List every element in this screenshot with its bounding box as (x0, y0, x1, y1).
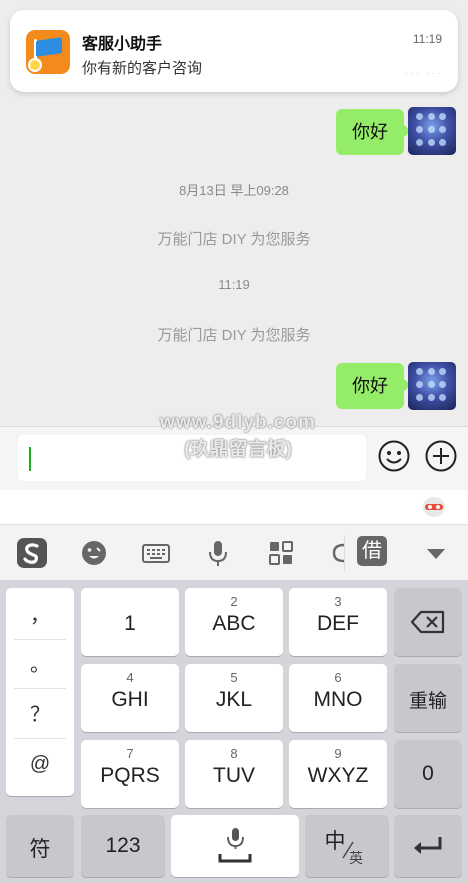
notification-dots: ··· ··· (405, 68, 442, 79)
notification-body: 你有新的客户咨询 (82, 60, 203, 77)
avatar[interactable] (408, 107, 456, 155)
message-timestamp-2: 11:19 (218, 277, 250, 292)
system-message-1: 万能门店 DIY 为您服务 (157, 231, 311, 248)
key-1[interactable]: 1 (81, 588, 179, 656)
punct-at-key[interactable]: @ (14, 740, 66, 788)
notification-app-icon (26, 30, 70, 74)
notification-time: 11:19 (412, 32, 442, 46)
microphone-icon (218, 828, 252, 863)
key-0[interactable]: 0 (394, 740, 462, 808)
punct-period-key[interactable]: 。 (14, 641, 66, 689)
enter-key[interactable] (394, 815, 462, 877)
reinput-key[interactable]: 重输 (394, 664, 462, 732)
key-pqrs[interactable]: 7 PQRS (81, 740, 179, 808)
message-input[interactable] (18, 435, 366, 481)
enter-icon (414, 837, 442, 854)
key-abc[interactable]: 2 ABC (185, 588, 283, 656)
notification-title: 客服小助手 (82, 36, 163, 53)
language-switch-key[interactable]: 中 英 (305, 815, 389, 877)
punct-comma-key[interactable]: ， (14, 592, 66, 640)
message-bubble-1[interactable]: 你好 (336, 109, 411, 155)
key-def[interactable]: 3 DEF (289, 588, 387, 656)
backspace-icon (410, 610, 445, 634)
ime-mascot-icon[interactable] (422, 496, 446, 518)
punctuation-column[interactable]: ， 。 ？ @ (6, 588, 74, 796)
key-wxyz[interactable]: 9 WXYZ (289, 740, 387, 808)
avatar[interactable] (408, 362, 456, 410)
microphone-icon[interactable] (202, 537, 234, 569)
ime-toolbar: 借 (0, 524, 468, 580)
borrow-icon[interactable]: 借 (357, 536, 387, 566)
message-timestamp-1: 8月13日 早上09:28 (179, 183, 289, 198)
emoji-face-icon[interactable] (78, 537, 110, 569)
emoji-icon[interactable] (377, 439, 411, 473)
keyboard: ， 。 ？ @ 1 2 ABC 3 DEF 4 GHI 5 JKL 6 MNO … (0, 580, 468, 883)
key-mno[interactable]: 6 MNO (289, 664, 387, 732)
key-ghi[interactable]: 4 GHI (81, 664, 179, 732)
apps-grid-icon[interactable] (265, 537, 297, 569)
text-caret (29, 447, 31, 471)
space-voice-key[interactable] (171, 815, 299, 877)
notification-banner[interactable]: 客服小助手 11:19 你有新的客户咨询 ··· ··· (10, 10, 458, 92)
ime-candidate-bar (0, 490, 468, 524)
backspace-key[interactable] (394, 588, 462, 656)
numbers-key[interactable]: 123 (81, 815, 165, 877)
chat-area[interactable]: 客服小助手 11:19 你有新的客户咨询 ··· ··· 你好 8月13日 早上… (0, 0, 468, 426)
system-message-2: 万能门店 DIY 为您服务 (157, 327, 311, 344)
collapse-icon[interactable] (420, 537, 452, 569)
key-jkl[interactable]: 5 JKL (185, 664, 283, 732)
input-bar (0, 426, 468, 490)
keyboard-icon[interactable] (140, 537, 172, 569)
key-tuv[interactable]: 8 TUV (185, 740, 283, 808)
clipboard-icon[interactable] (326, 537, 344, 569)
symbols-key[interactable]: 符 (6, 815, 74, 877)
toolbar-divider (344, 535, 345, 571)
sogou-logo-icon[interactable] (16, 537, 48, 569)
punct-question-key[interactable]: ？ (14, 691, 66, 739)
plus-icon[interactable] (424, 439, 458, 473)
message-bubble-2[interactable]: 你好 (336, 363, 411, 409)
